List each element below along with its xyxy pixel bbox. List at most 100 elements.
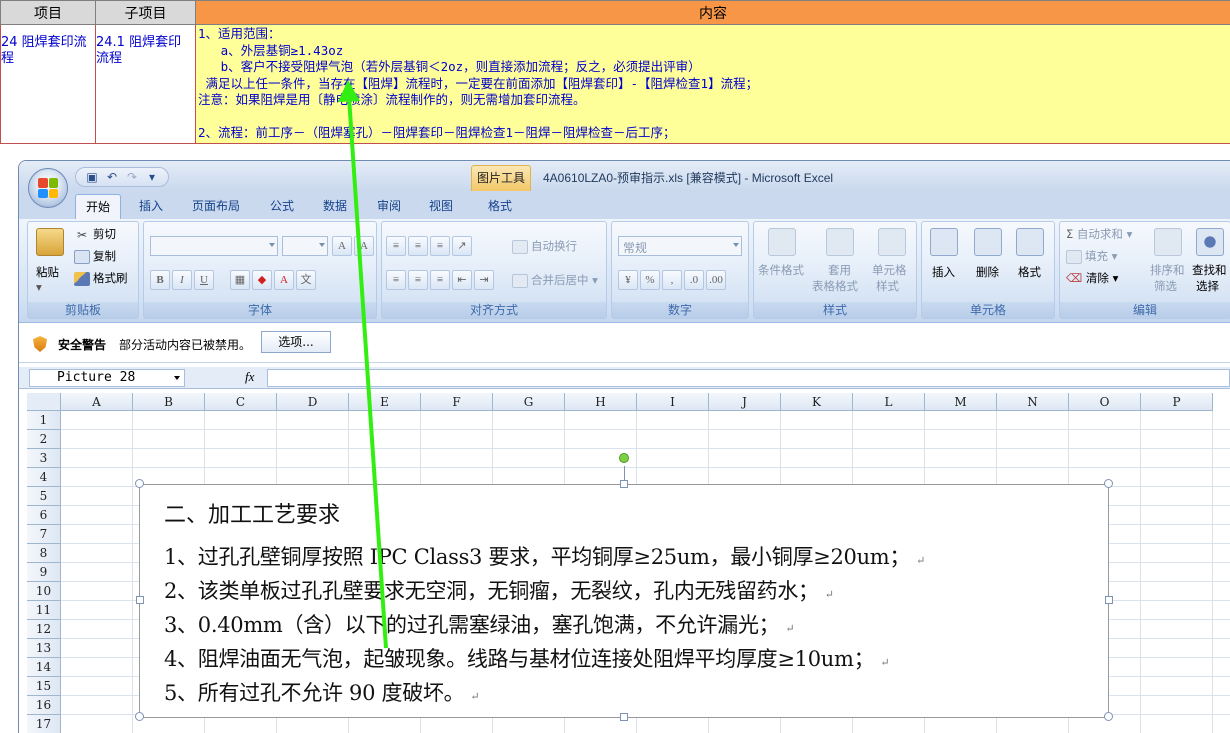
row-header[interactable]: 8: [27, 544, 61, 563]
sort-filter-label-2[interactable]: 筛选: [1154, 278, 1177, 294]
tab-data[interactable]: 数据: [313, 194, 357, 219]
resize-handle-left[interactable]: [136, 596, 144, 604]
column-header[interactable]: F: [421, 393, 493, 411]
decrease-indent-icon[interactable]: ⇤: [452, 270, 472, 290]
delete-cells-icon[interactable]: [974, 228, 1002, 256]
row-header[interactable]: 17: [27, 715, 61, 733]
fill-color-icon[interactable]: ◆: [252, 270, 272, 290]
tab-format[interactable]: 格式: [475, 194, 525, 219]
tab-insert[interactable]: 插入: [129, 194, 173, 219]
column-header[interactable]: E: [349, 393, 421, 411]
name-box[interactable]: Picture 28: [29, 369, 185, 387]
copy-button[interactable]: 复制: [74, 248, 116, 264]
column-header[interactable]: N: [997, 393, 1069, 411]
cell-styles-label-2[interactable]: 样式: [876, 278, 899, 294]
redo-icon[interactable]: ↷: [124, 169, 140, 185]
orientation-icon[interactable]: ↗: [452, 236, 472, 256]
column-header[interactable]: O: [1069, 393, 1141, 411]
row-header[interactable]: 11: [27, 601, 61, 620]
save-icon[interactable]: ▣: [84, 169, 100, 185]
row-header[interactable]: 15: [27, 677, 61, 696]
name-box-dropdown-icon[interactable]: [174, 376, 180, 380]
resize-handle-top[interactable]: [620, 480, 628, 488]
resize-handle-bottom[interactable]: [620, 713, 628, 721]
find-select-label-2[interactable]: 选择: [1196, 278, 1219, 294]
increase-indent-icon[interactable]: ⇥: [474, 270, 494, 290]
row-header[interactable]: 10: [27, 582, 61, 601]
insert-cells-icon[interactable]: [930, 228, 958, 256]
comma-icon[interactable]: ,: [662, 270, 682, 290]
clear-button[interactable]: ⌫ 清除 ▾: [1066, 270, 1118, 286]
cell-styles-icon[interactable]: [878, 228, 906, 256]
row-header[interactable]: 14: [27, 658, 61, 677]
insert-cells-button[interactable]: 插入: [932, 264, 955, 280]
tab-view[interactable]: 视图: [421, 194, 461, 219]
format-painter-button[interactable]: 格式刷: [74, 270, 128, 286]
column-header[interactable]: H: [565, 393, 637, 411]
column-header[interactable]: A: [61, 393, 133, 411]
font-size-select[interactable]: [282, 236, 328, 256]
sort-filter-icon[interactable]: [1154, 228, 1182, 256]
font-name-select[interactable]: [150, 236, 278, 256]
sort-filter-label-1[interactable]: 排序和: [1150, 262, 1185, 278]
paste-icon[interactable]: [36, 228, 64, 256]
paste-button[interactable]: 粘贴: [36, 264, 59, 280]
tab-home[interactable]: 开始: [75, 194, 121, 219]
resize-handle-top-left[interactable]: [135, 479, 144, 488]
underline-icon[interactable]: U: [194, 270, 214, 290]
cut-button[interactable]: ✂ 剪切: [74, 226, 116, 242]
conditional-format-icon[interactable]: [768, 228, 796, 256]
column-header[interactable]: K: [781, 393, 853, 411]
bold-icon[interactable]: B: [150, 270, 170, 290]
resize-handle-top-right[interactable]: [1104, 479, 1113, 488]
find-select-label-1[interactable]: 查找和: [1192, 262, 1227, 278]
number-format-select[interactable]: 常规: [618, 236, 742, 256]
align-center-icon[interactable]: ≡: [408, 270, 428, 290]
table-format-icon[interactable]: [826, 228, 854, 256]
increase-decimal-icon[interactable]: .0: [684, 270, 704, 290]
column-header[interactable]: B: [133, 393, 205, 411]
paste-dropdown-icon[interactable]: ▾: [36, 280, 42, 294]
align-bottom-icon[interactable]: ≡: [430, 236, 450, 256]
options-button[interactable]: 选项...: [261, 331, 331, 353]
column-header[interactable]: G: [493, 393, 565, 411]
row-header[interactable]: 6: [27, 506, 61, 525]
shrink-font-icon[interactable]: A: [354, 236, 374, 256]
merge-center-button[interactable]: 合并后居中 ▾: [512, 272, 598, 288]
wrap-text-button[interactable]: 自动换行: [512, 238, 577, 254]
insert-function-icon[interactable]: fx: [245, 369, 254, 385]
fill-button[interactable]: 填充 ▾: [1066, 248, 1117, 264]
column-header[interactable]: C: [205, 393, 277, 411]
resize-handle-right[interactable]: [1105, 596, 1113, 604]
grow-font-icon[interactable]: A: [332, 236, 352, 256]
row-header[interactable]: 1: [27, 411, 61, 430]
row-header[interactable]: 3: [27, 449, 61, 468]
column-header[interactable]: D: [277, 393, 349, 411]
align-middle-icon[interactable]: ≡: [408, 236, 428, 256]
office-button[interactable]: [28, 168, 68, 208]
row-header[interactable]: 12: [27, 620, 61, 639]
format-cells-button[interactable]: 格式: [1018, 264, 1041, 280]
row-header[interactable]: 9: [27, 563, 61, 582]
formula-input[interactable]: [267, 369, 1230, 387]
undo-icon[interactable]: ↶: [104, 169, 120, 185]
tab-review[interactable]: 审阅: [367, 194, 411, 219]
select-all-corner[interactable]: [27, 393, 61, 411]
font-color-icon[interactable]: A: [274, 270, 294, 290]
align-top-icon[interactable]: ≡: [386, 236, 406, 256]
tab-page-layout[interactable]: 页面布局: [183, 194, 249, 219]
align-left-icon[interactable]: ≡: [386, 270, 406, 290]
customize-qat-icon[interactable]: ▾: [144, 169, 160, 185]
percent-icon[interactable]: %: [640, 270, 660, 290]
cell-styles-label-1[interactable]: 单元格: [872, 262, 907, 278]
decrease-decimal-icon[interactable]: .00: [706, 270, 726, 290]
table-format-label-1[interactable]: 套用: [828, 262, 851, 278]
column-header[interactable]: L: [853, 393, 925, 411]
border-icon[interactable]: ▦: [230, 270, 250, 290]
row-header[interactable]: 2: [27, 430, 61, 449]
resize-handle-bottom-right[interactable]: [1104, 712, 1113, 721]
picture-28[interactable]: 二、加工工艺要求 1、过孔孔壁铜厚按照 IPC Class3 要求，平均铜厚≥2…: [139, 484, 1109, 718]
table-format-label-2[interactable]: 表格格式: [812, 278, 858, 294]
binoculars-icon[interactable]: [1196, 228, 1224, 256]
phonetic-icon[interactable]: 文: [296, 270, 316, 290]
